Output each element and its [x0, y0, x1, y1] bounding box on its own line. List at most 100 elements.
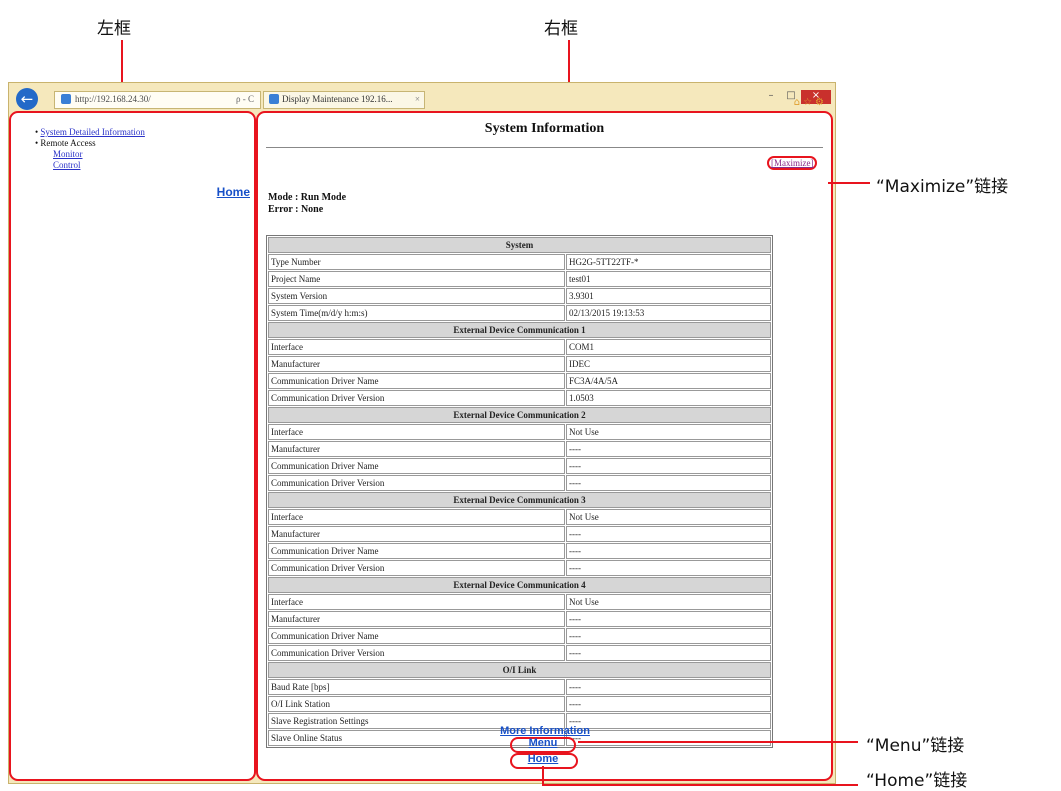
- mode-status: Mode : Run Mode: [268, 192, 347, 203]
- table-row: Communication Driver Version ----: [268, 560, 771, 576]
- address-tools[interactable]: ρ - C: [236, 94, 254, 104]
- table-section-header: External Device Communication 4: [268, 577, 771, 593]
- table-value-cell: ----: [566, 543, 771, 559]
- maximize-link[interactable]: [Maximize]: [767, 156, 818, 170]
- nav-link-control[interactable]: Control: [53, 160, 81, 170]
- table-key-cell: Communication Driver Name: [268, 373, 565, 389]
- table-key-cell: Communication Driver Name: [268, 628, 565, 644]
- error-status: Error : None: [268, 204, 324, 215]
- table-row: Communication Driver Version ----: [268, 475, 771, 491]
- table-value-cell: 3.9301: [566, 288, 771, 304]
- address-url: http://192.168.24.30/: [75, 94, 151, 104]
- table-row: Interface COM1: [268, 339, 771, 355]
- table-row: Interface Not Use: [268, 424, 771, 440]
- table-key-cell: O/I Link Station: [268, 696, 565, 712]
- table-row: System Version 3.9301: [268, 288, 771, 304]
- table-row: Baud Rate [bps] ----: [268, 679, 771, 695]
- table-value-cell: IDEC: [566, 356, 771, 372]
- table-row: Communication Driver Name ----: [268, 628, 771, 644]
- table-value-cell: 1.0503: [566, 390, 771, 406]
- table-key-cell: Communication Driver Name: [268, 543, 565, 559]
- left-home-link[interactable]: Home: [217, 185, 250, 199]
- maximize-callout: “Maximize”链接: [876, 177, 1009, 197]
- table-value-cell: ----: [566, 458, 771, 474]
- table-section-row: External Device Communication 4: [268, 577, 771, 593]
- maximize-callout-line: [828, 182, 870, 184]
- table-key-cell: Communication Driver Version: [268, 475, 565, 491]
- table-key-cell: Project Name: [268, 271, 565, 287]
- nav-link-system-detailed-information[interactable]: System Detailed Information: [40, 127, 144, 137]
- table-value-cell: ----: [566, 526, 771, 542]
- table-key-cell: Baud Rate [bps]: [268, 679, 565, 695]
- table-row: System Time(m/d/y h:m:s) 02/13/2015 19:13…: [268, 305, 771, 321]
- right-frame: System Information [Maximize] Mode : Run…: [256, 111, 833, 781]
- menu-link[interactable]: Menu: [520, 737, 566, 749]
- address-bar[interactable]: http://192.168.24.30/ ρ - C: [54, 91, 261, 109]
- table-section-row: External Device Communication 2: [268, 407, 771, 423]
- table-section-row: External Device Communication 1: [268, 322, 771, 338]
- menu-callout: “Menu”链接: [866, 736, 965, 756]
- table-key-cell: Interface: [268, 509, 565, 525]
- table-value-cell: ----: [566, 628, 771, 644]
- left-frame: • System Detailed Information • Remote A…: [9, 111, 256, 781]
- back-arrow-icon[interactable]: ←: [16, 88, 38, 110]
- table-value-cell: 02/13/2015 19:13:53: [566, 305, 771, 321]
- table-key-cell: Manufacturer: [268, 611, 565, 627]
- table-value-cell: ----: [566, 730, 771, 746]
- table-section-header: O/I Link: [268, 662, 771, 678]
- table-row: Communication Driver Name FC3A/4A/5A: [268, 373, 771, 389]
- page-title: System Information: [484, 121, 605, 136]
- table-row: Manufacturer ----: [268, 611, 771, 627]
- table-key-cell: Interface: [268, 594, 565, 610]
- home-callout: “Home”链接: [866, 771, 968, 791]
- minimize-icon[interactable]: –: [761, 90, 781, 104]
- home-callout-line-h: [542, 784, 858, 786]
- table-section-row: External Device Communication 3: [268, 492, 771, 508]
- menu-callout-line: [578, 741, 858, 743]
- table-row: Manufacturer ----: [268, 441, 771, 457]
- home-callout-line-v: [542, 766, 544, 786]
- system-info-table: System Type Number HG2G-5TT22TF-* Project N…: [266, 235, 773, 748]
- table-row: Manufacturer ----: [268, 526, 771, 542]
- table-value-cell: HG2G-5TT22TF-*: [566, 254, 771, 270]
- table-section-row: O/I Link: [268, 662, 771, 678]
- table-row: Interface Not Use: [268, 509, 771, 525]
- table-value-cell: Not Use: [566, 509, 771, 525]
- table-row: Project Name test01: [268, 271, 771, 287]
- table-row: Communication Driver Version ----: [268, 645, 771, 661]
- table-key-cell: Manufacturer: [268, 526, 565, 542]
- browser-tab[interactable]: Display Maintenance 192.16... ×: [263, 91, 425, 109]
- table-value-cell: ----: [566, 611, 771, 627]
- table-value-cell: ----: [566, 713, 771, 729]
- table-section-row: System: [268, 237, 771, 253]
- table-section-header: System: [268, 237, 771, 253]
- browser-titlebar: ← http://192.168.24.30/ ρ - C Display Ma…: [9, 83, 835, 111]
- table-row: Type Number HG2G-5TT22TF-*: [268, 254, 771, 270]
- table-key-cell: Communication Driver Name: [268, 458, 565, 474]
- toolbar-icons[interactable]: ⌂☆⚙: [794, 97, 827, 108]
- table-key-cell: Communication Driver Version: [268, 560, 565, 576]
- ie-icon: [61, 94, 71, 104]
- more-information-link[interactable]: More Information: [495, 725, 595, 737]
- nav-tree: • System Detailed Information • Remote A…: [35, 127, 145, 170]
- left-frame-callout: 左框: [97, 19, 131, 39]
- table-row: Communication Driver Version 1.0503: [268, 390, 771, 406]
- table-key-cell: System Time(m/d/y h:m:s): [268, 305, 565, 321]
- table-value-cell: ----: [566, 696, 771, 712]
- table-value-cell: Not Use: [566, 594, 771, 610]
- nav-link-monitor[interactable]: Monitor: [53, 149, 83, 159]
- table-value-cell: ----: [566, 679, 771, 695]
- table-key-cell: Interface: [268, 424, 565, 440]
- table-row: O/I Link Station ----: [268, 696, 771, 712]
- home-link[interactable]: Home: [520, 753, 566, 765]
- table-key-cell: Manufacturer: [268, 441, 565, 457]
- table-row: Communication Driver Name ----: [268, 543, 771, 559]
- tab-close-icon[interactable]: ×: [415, 94, 420, 104]
- table-value-cell: test01: [566, 271, 771, 287]
- table-value-cell: ----: [566, 560, 771, 576]
- table-value-cell: ----: [566, 645, 771, 661]
- table-section-header: External Device Communication 3: [268, 492, 771, 508]
- table-key-cell: Type Number: [268, 254, 565, 270]
- nav-remote-access: Remote Access: [40, 138, 96, 148]
- table-section-header: External Device Communication 2: [268, 407, 771, 423]
